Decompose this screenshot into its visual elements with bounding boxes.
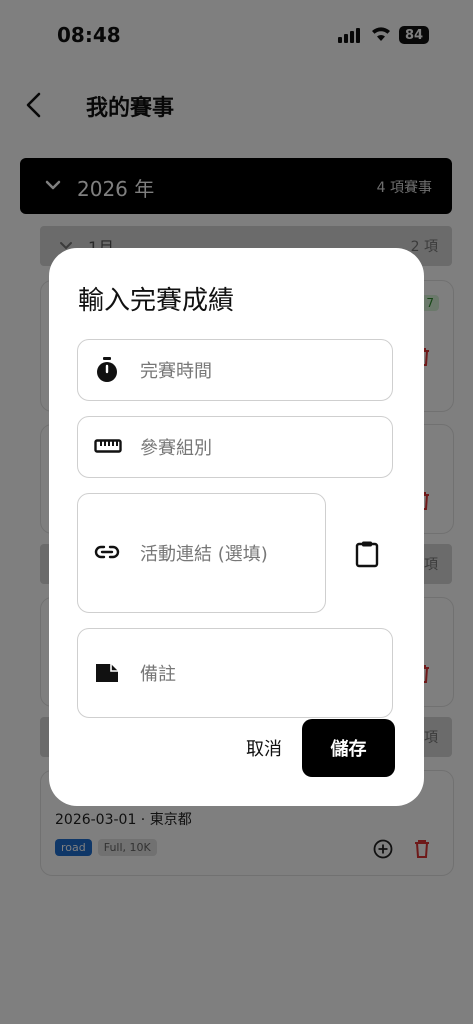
event-link-input[interactable] xyxy=(138,494,322,614)
category-input[interactable] xyxy=(138,417,382,479)
category-field[interactable] xyxy=(77,416,393,479)
paste-clipboard-button[interactable] xyxy=(349,536,385,572)
event-link-field[interactable] xyxy=(77,493,326,614)
stopwatch-icon xyxy=(97,357,117,382)
link-icon xyxy=(94,545,120,559)
dialog-title: 輸入完賽成績 xyxy=(78,286,235,316)
note-field[interactable] xyxy=(77,628,393,719)
clipboard-icon xyxy=(355,541,379,568)
finish-time-field[interactable] xyxy=(77,339,393,402)
note-input[interactable] xyxy=(138,629,382,719)
ruler-icon xyxy=(94,439,122,453)
cancel-button[interactable]: 取消 xyxy=(229,728,299,768)
note-icon xyxy=(96,664,118,682)
save-button[interactable]: 儲存 xyxy=(302,719,395,777)
result-dialog: 輸入完賽成績 取消 儲存 xyxy=(49,248,424,806)
finish-time-input[interactable] xyxy=(138,340,382,402)
